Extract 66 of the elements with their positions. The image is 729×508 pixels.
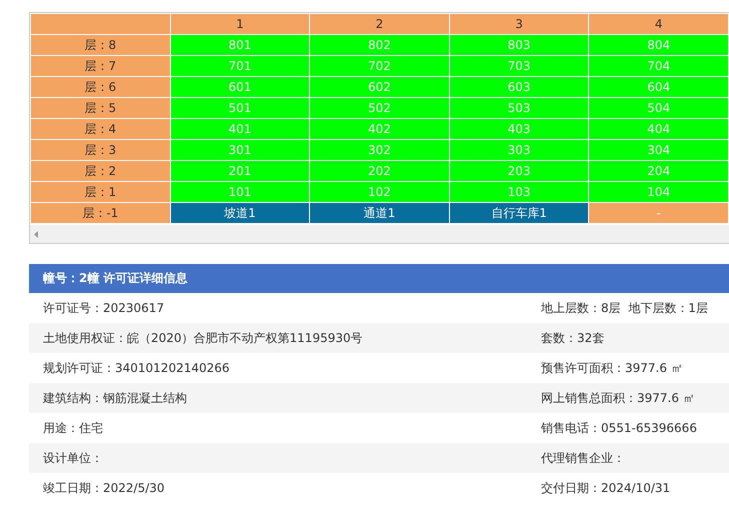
unit-cell[interactable]: 504 — [589, 98, 728, 118]
info-text: 地上层数：8层 地下层数：1层 — [541, 300, 708, 316]
unit-cell[interactable]: 803 — [450, 35, 588, 55]
info-text: 用途：住宅 — [42, 420, 104, 436]
unit-cell[interactable]: 501 — [170, 98, 310, 118]
unit-cell[interactable]: 104 — [589, 182, 728, 202]
facility-cell: 通道1 — [310, 203, 449, 223]
section-title: 幢号：2幢 许可证详细信息 — [29, 264, 729, 293]
floor-label: 层：6 — [31, 77, 170, 97]
column-header: 2 — [310, 14, 449, 34]
unit-cell[interactable]: 701 — [170, 56, 310, 76]
unit-cell[interactable]: 203 — [450, 161, 588, 181]
info-text: 网上销售总面积：3977.6 ㎡ — [541, 390, 695, 406]
unit-cell[interactable]: 604 — [589, 77, 728, 97]
floor-label: 层：5 — [31, 98, 170, 118]
unit-cell[interactable]: 201 — [170, 161, 310, 181]
unit-cell[interactable]: 703 — [450, 56, 588, 76]
info-text: 交付日期：2024/10/31 — [541, 480, 670, 496]
scroll-left-icon[interactable] — [34, 230, 38, 238]
info-text: 规划许可证：340101202140266 — [42, 360, 231, 376]
unit-cell[interactable]: 702 — [310, 56, 449, 76]
unit-cell[interactable]: 704 — [589, 56, 728, 76]
unit-cell[interactable]: 602 — [310, 77, 449, 97]
unit-cell[interactable]: 301 — [170, 140, 310, 160]
unit-cell[interactable]: 802 — [310, 35, 449, 55]
info-text: 竣工日期：2022/5/30 — [42, 480, 166, 496]
unit-cell[interactable]: 101 — [170, 182, 310, 202]
column-header: 4 — [589, 14, 728, 34]
floor-label: 层：2 — [31, 161, 170, 181]
unit-cell[interactable]: 302 — [310, 140, 449, 160]
unit-cell[interactable]: 404 — [589, 119, 728, 139]
unit-cell[interactable]: 402 — [310, 119, 449, 139]
facility-cell: 坡道1 — [170, 203, 310, 223]
unit-cell[interactable]: 303 — [450, 140, 588, 160]
floor-label: 层：4 — [31, 119, 170, 139]
empty-cell: - — [589, 203, 728, 223]
unit-cell[interactable]: 503 — [450, 98, 588, 118]
unit-cell[interactable]: 804 — [589, 35, 728, 55]
unit-cell[interactable]: 401 — [170, 119, 310, 139]
info-text: 设计单位： — [42, 450, 104, 466]
info-text: 建筑结构：钢筋混凝土结构 — [42, 390, 188, 406]
info-text: 预售许可面积：3977.6 ㎡ — [541, 360, 683, 376]
unit-cell[interactable]: 603 — [450, 77, 588, 97]
unit-cell[interactable]: 304 — [589, 140, 728, 160]
unit-cell[interactable]: 403 — [450, 119, 588, 139]
floor-label: 层：7 — [31, 56, 170, 76]
unit-cell[interactable]: 204 — [589, 161, 728, 181]
floor-label: 层：-1 — [31, 203, 170, 223]
unit-cell[interactable]: 601 — [170, 77, 310, 97]
info-text: 代理销售企业： — [541, 450, 625, 466]
unit-cell[interactable]: 801 — [170, 35, 310, 55]
floor-label: 层：1 — [31, 182, 170, 202]
info-text: 销售电话：0551-65396666 — [541, 420, 697, 436]
floor-label: 层：8 — [31, 35, 170, 55]
floor-label: 层：3 — [31, 140, 170, 160]
unit-cell[interactable]: 102 — [310, 182, 449, 202]
column-header: 3 — [450, 14, 588, 34]
unit-cell[interactable]: 502 — [310, 98, 449, 118]
info-text: 土地使用权证：皖（2020）合肥市不动产权第11195930号 — [42, 330, 364, 346]
info-text: 套数：32套 — [541, 330, 604, 346]
column-header: 1 — [170, 14, 310, 34]
unit-cell[interactable]: 202 — [310, 161, 449, 181]
unit-cell[interactable]: 103 — [450, 182, 588, 202]
facility-cell: 自行车库1 — [450, 203, 588, 223]
horizontal-scrollbar[interactable] — [30, 225, 729, 243]
info-text: 许可证号：20230617 — [42, 300, 166, 316]
